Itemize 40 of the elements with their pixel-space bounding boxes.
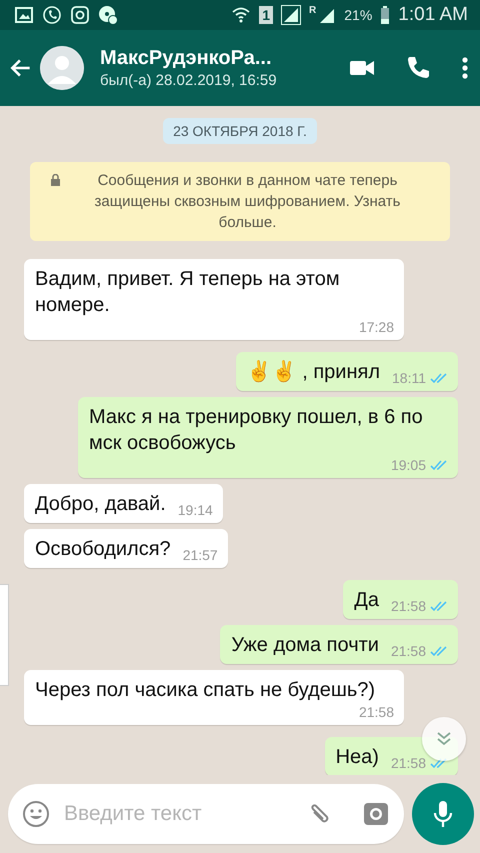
phone-icon (42, 5, 62, 25)
gallery-icon (14, 5, 34, 25)
message-time: 19:14 (178, 501, 213, 519)
message-text: ✌✌ , принял (246, 359, 380, 385)
message-time: 21:58 (390, 642, 426, 660)
message-time: 21:58 (358, 703, 394, 721)
avatar-icon[interactable] (40, 46, 84, 90)
message-input-field[interactable]: Введите текст (8, 784, 404, 844)
battery-icon (380, 5, 390, 25)
side-panel-handle[interactable] (0, 584, 9, 686)
emoji-icon[interactable] (22, 800, 50, 828)
message-time: 21:58 (390, 597, 426, 615)
message-time: 19:05 (390, 456, 426, 474)
contact-name[interactable]: МаксРудэнкоРа... (100, 47, 320, 70)
last-seen: был(-а) 28.02.2019, 16:59 (100, 72, 278, 89)
sim-label: 1 (259, 6, 274, 24)
message-text: Неа) (336, 745, 379, 770)
signal-icon (281, 5, 302, 25)
clock: 1:01 AM (398, 4, 468, 26)
lock-icon (50, 174, 61, 186)
encryption-notice[interactable]: Сообщения и звонки в данном чате теперь защищены сквозным шифрованием. Узнать больше. (65, 170, 430, 233)
roaming-label: R (309, 5, 316, 16)
battery-percent: 21% (344, 7, 372, 23)
message-text: Макс я на тренировку пошел, в 6 по мск освобожусь (89, 405, 424, 456)
wifi-icon (231, 5, 252, 25)
message-time: 18:11 (392, 369, 426, 387)
date-chip: 23 ОКТЯБРЯ 2018 Г. (163, 118, 317, 144)
message-text: Да (354, 588, 379, 613)
camera-icon[interactable] (362, 800, 390, 828)
message-text: Освободился? (35, 537, 171, 562)
message-text: Уже дома почти (231, 633, 379, 658)
disc-alert-icon (98, 5, 118, 25)
message-time: 21:57 (182, 546, 218, 564)
message-text: Вадим, привет. Я теперь на этом номере. (35, 267, 341, 318)
message-time: 17:28 (358, 318, 394, 336)
message-text: Через пол часика спать не будешь?) (35, 678, 376, 703)
message-time: 21:58 (390, 754, 426, 772)
camera-icon (70, 5, 90, 25)
message-text: Добро, давай. (35, 492, 166, 517)
text-input[interactable]: Введите текст (62, 801, 294, 827)
